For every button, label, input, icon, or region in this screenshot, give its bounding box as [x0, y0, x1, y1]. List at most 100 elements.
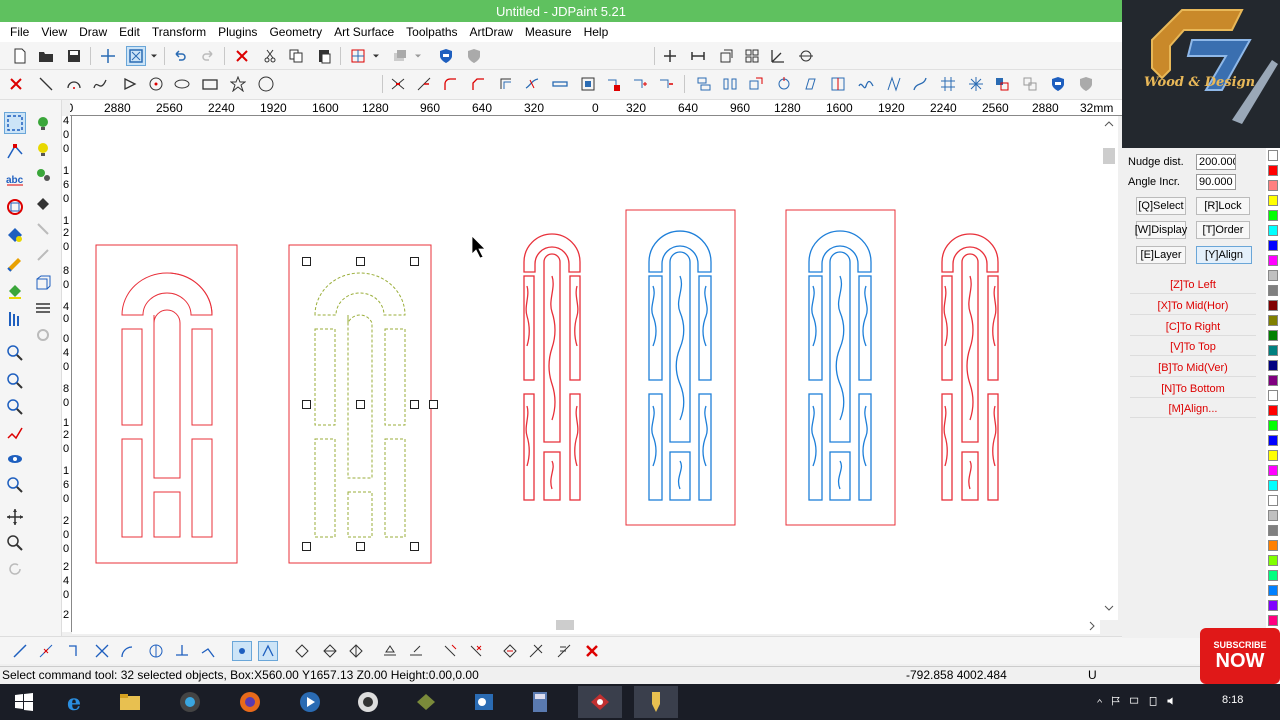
- tray-battery-icon[interactable]: [1148, 694, 1158, 708]
- subscribe-badge[interactable]: SUBSCRIBE NOW: [1200, 628, 1280, 684]
- light-yellow-icon[interactable]: [32, 138, 54, 160]
- mirror-icon[interactable]: [796, 46, 816, 66]
- extend-icon[interactable]: [414, 74, 434, 94]
- color-swatch[interactable]: [1268, 345, 1278, 356]
- snap-perpendicular-icon[interactable]: [64, 641, 84, 661]
- plane-xz-icon[interactable]: [406, 641, 426, 661]
- snap-intersection-icon[interactable]: [92, 641, 112, 661]
- polyline-icon[interactable]: [120, 74, 140, 94]
- zoom-realtime-icon[interactable]: [4, 532, 26, 554]
- snap-midpoint-icon[interactable]: [36, 641, 56, 661]
- wave-icon[interactable]: [856, 74, 876, 94]
- cut-icon[interactable]: [260, 46, 280, 66]
- color-swatch[interactable]: [1268, 450, 1278, 461]
- line-icon[interactable]: [36, 74, 56, 94]
- selection-handle[interactable]: [302, 400, 311, 409]
- snap-nearest-icon[interactable]: [172, 641, 192, 661]
- order-button[interactable]: [T]Order: [1196, 221, 1250, 239]
- curve-edit-icon[interactable]: [910, 74, 930, 94]
- nudge-distance-field[interactable]: [1196, 154, 1236, 170]
- color-swatch[interactable]: [1268, 360, 1278, 371]
- color-swatch[interactable]: [1268, 570, 1278, 581]
- snap-grid-icon[interactable]: [258, 641, 278, 661]
- color-swatch[interactable]: [1268, 180, 1278, 191]
- scale-icon[interactable]: [746, 74, 766, 94]
- rotate-object-icon[interactable]: [774, 74, 794, 94]
- zoom-out-icon[interactable]: [4, 396, 26, 418]
- ie-browser-icon[interactable]: e: [54, 686, 98, 718]
- color-swatch[interactable]: [1268, 150, 1278, 161]
- ungroup-icon[interactable]: [1020, 74, 1040, 94]
- color-swatch[interactable]: [1268, 480, 1278, 491]
- snap-tangent-icon[interactable]: [118, 641, 138, 661]
- tray-volume-icon[interactable]: [1166, 694, 1176, 708]
- copy-move-icon[interactable]: [716, 46, 736, 66]
- undo-icon[interactable]: [170, 46, 190, 66]
- stretch-icon[interactable]: [688, 46, 708, 66]
- menu-art-surface[interactable]: Art Surface: [328, 22, 400, 42]
- clock[interactable]: 8:18: [1222, 694, 1243, 706]
- arc-icon[interactable]: [64, 74, 84, 94]
- cube-tool-icon[interactable]: [32, 272, 54, 294]
- angle-increment-field[interactable]: [1196, 174, 1236, 190]
- align-to-mid-hor[interactable]: [X]To Mid(Hor): [1130, 297, 1256, 315]
- select-similar-icon[interactable]: [500, 641, 520, 661]
- color-swatch[interactable]: [1268, 210, 1278, 221]
- align-more[interactable]: [M]Align...: [1130, 400, 1256, 418]
- tray-flag-icon[interactable]: [1111, 694, 1121, 708]
- align-left-icon[interactable]: [694, 74, 714, 94]
- curve-deselect-icon[interactable]: [466, 641, 486, 661]
- delete-icon[interactable]: [232, 46, 252, 66]
- view-side-icon[interactable]: [346, 641, 366, 661]
- zoom-previous-icon[interactable]: [4, 474, 26, 496]
- group-icon[interactable]: [992, 74, 1012, 94]
- light-settings-icon[interactable]: [32, 164, 54, 186]
- measure-tool-icon[interactable]: [4, 308, 26, 330]
- color-swatch[interactable]: [1268, 285, 1278, 296]
- drawing-canvas[interactable]: [72, 116, 1100, 620]
- light-green-icon[interactable]: [32, 112, 54, 134]
- align-to-right[interactable]: [C]To Right: [1130, 318, 1256, 336]
- menu-toolpaths[interactable]: Toolpaths: [400, 22, 463, 42]
- curve-select-icon[interactable]: [440, 641, 460, 661]
- distribute-icon[interactable]: [720, 74, 740, 94]
- color-swatch[interactable]: [1268, 255, 1278, 266]
- circle-icon[interactable]: [146, 74, 166, 94]
- color-swatch[interactable]: [1268, 420, 1278, 431]
- snap-quadrant-icon[interactable]: [198, 641, 218, 661]
- menu-view[interactable]: View: [35, 22, 73, 42]
- texture-tool-icon[interactable]: [32, 298, 54, 320]
- join-icon[interactable]: [550, 74, 570, 94]
- color-swatch[interactable]: [1268, 165, 1278, 176]
- view-eye-icon[interactable]: [4, 448, 26, 470]
- color-swatch[interactable]: [1268, 555, 1278, 566]
- pattern-icon[interactable]: [884, 74, 904, 94]
- select-chain-icon[interactable]: [526, 641, 546, 661]
- color-swatch[interactable]: [1268, 240, 1278, 251]
- new-file-icon[interactable]: [10, 46, 30, 66]
- menu-measure[interactable]: Measure: [519, 22, 578, 42]
- selection-handle[interactable]: [302, 257, 311, 266]
- star-icon[interactable]: [228, 74, 248, 94]
- node-tool-icon[interactable]: [4, 140, 26, 162]
- media-app-icon[interactable]: [168, 686, 212, 718]
- selection-handle[interactable]: [410, 257, 419, 266]
- select-button[interactable]: [Q]Select: [1136, 197, 1186, 215]
- menu-plugins[interactable]: Plugins: [212, 22, 263, 42]
- selection-handle[interactable]: [302, 542, 311, 551]
- color-swatch[interactable]: [1268, 495, 1278, 506]
- cad-app-icon[interactable]: [404, 686, 448, 718]
- zoom-all-icon[interactable]: [4, 422, 26, 444]
- layers-icon[interactable]: [390, 46, 410, 66]
- file-explorer-icon[interactable]: [108, 686, 152, 718]
- ellipse-icon[interactable]: [172, 74, 192, 94]
- pan-icon[interactable]: [4, 506, 26, 528]
- color-swatch[interactable]: [1268, 525, 1278, 536]
- color-swatch[interactable]: [1268, 585, 1278, 596]
- gear-disabled-icon[interactable]: [32, 324, 54, 346]
- menu-geometry[interactable]: Geometry: [263, 22, 328, 42]
- color-swatch[interactable]: [1268, 225, 1278, 236]
- outlook-icon[interactable]: [462, 686, 506, 718]
- color-swatch[interactable]: [1268, 330, 1278, 341]
- dropdown-icon[interactable]: [148, 46, 160, 66]
